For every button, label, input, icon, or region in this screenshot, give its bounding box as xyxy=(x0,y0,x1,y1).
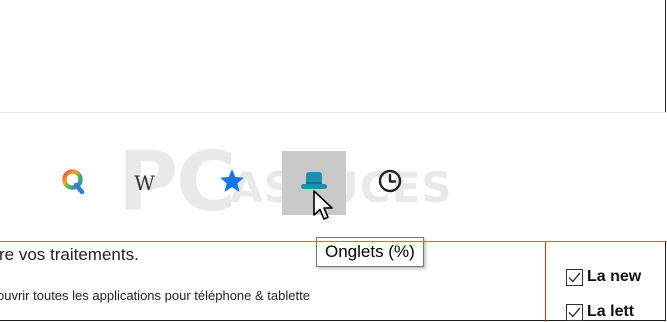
checkbox-label: La new xyxy=(587,268,642,285)
mouse-cursor-icon xyxy=(312,189,334,228)
checkbox[interactable] xyxy=(566,268,583,286)
wikipedia-icon: W xyxy=(134,171,155,195)
clock-icon xyxy=(377,168,403,199)
wikipedia-button[interactable]: W xyxy=(112,151,176,215)
checkbox-label: La lett xyxy=(587,303,635,320)
star-icon xyxy=(218,167,246,200)
history-button[interactable] xyxy=(358,151,422,215)
letter-option[interactable]: La lett xyxy=(566,303,634,321)
checkbox[interactable] xyxy=(566,303,583,321)
sidebar-separator xyxy=(545,242,546,322)
qwant-button[interactable] xyxy=(41,151,105,215)
content-text-line: re vos traitements. xyxy=(0,245,139,264)
favorites-button[interactable] xyxy=(200,151,264,215)
content-top-divider xyxy=(0,241,667,242)
newsletter-option[interactable]: La new xyxy=(566,268,641,286)
qwant-icon xyxy=(61,168,85,199)
content-text-link[interactable]: ouvrir toutes les applications pour télé… xyxy=(0,288,310,303)
